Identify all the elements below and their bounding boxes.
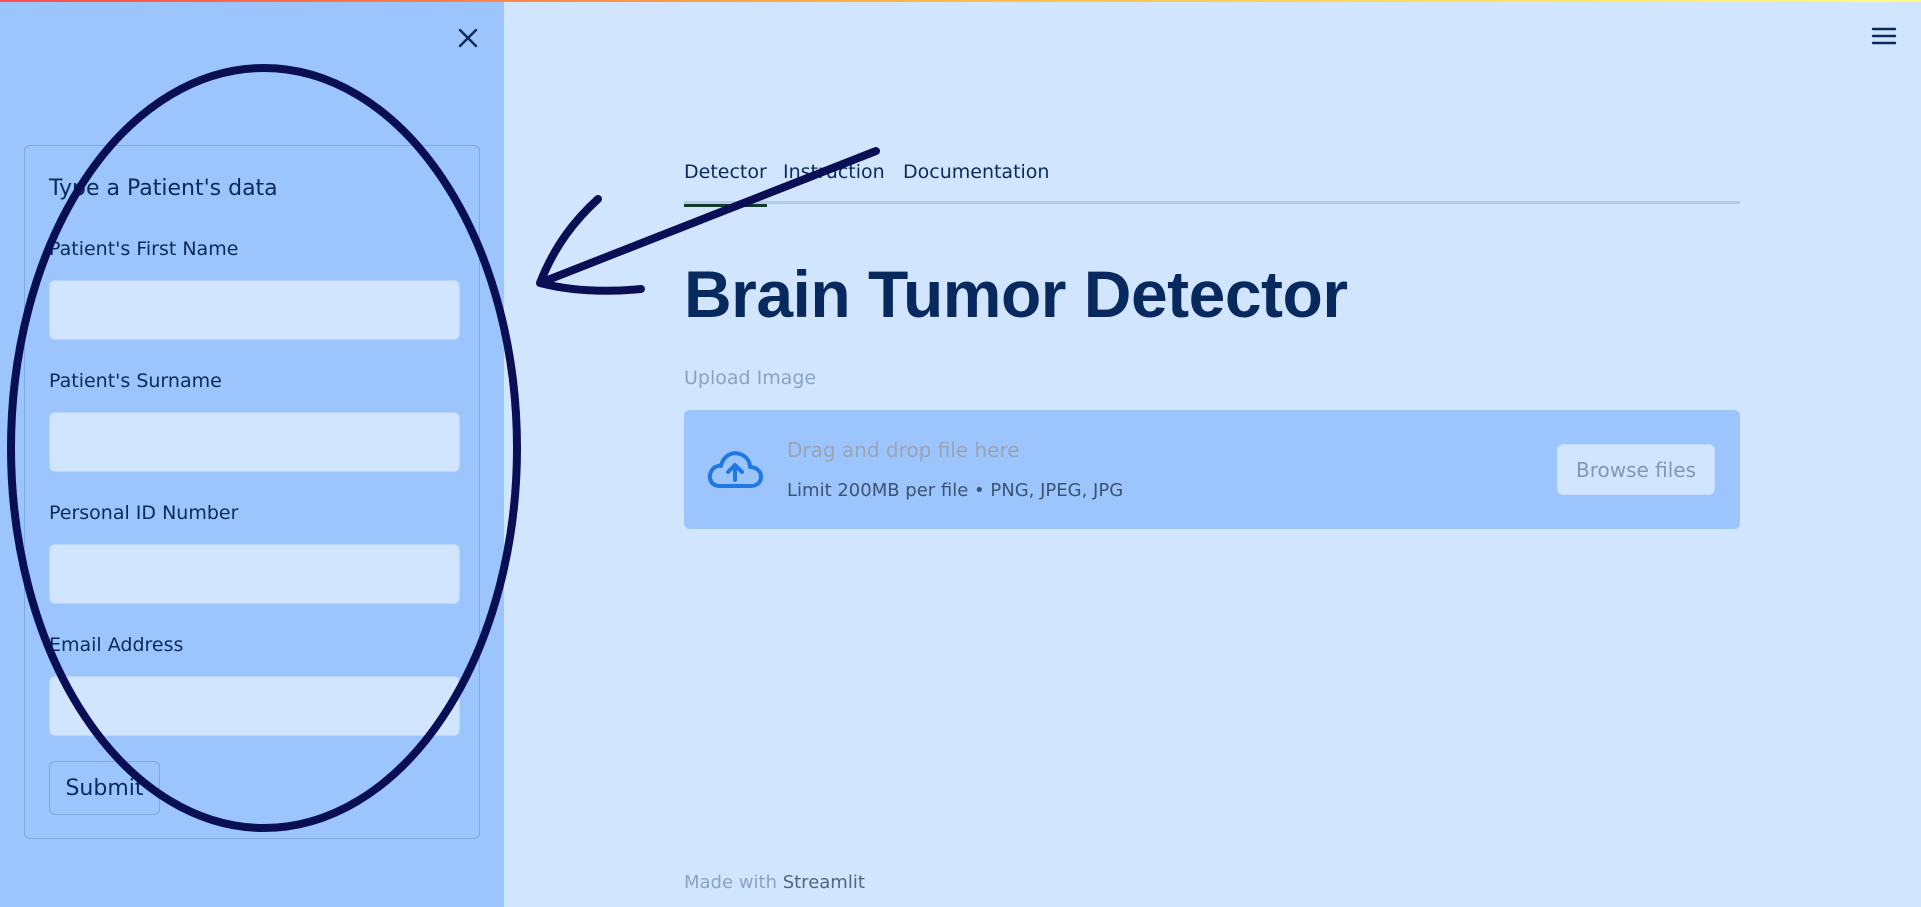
browse-files-button[interactable]: Browse files [1557,444,1715,495]
patient-form: Type a Patient's data Patient's First Na… [24,145,480,839]
submit-button[interactable]: Submit [49,761,160,815]
footer-prefix: Made with [684,872,783,893]
close-sidebar-button[interactable] [452,22,484,54]
surname-input[interactable] [49,412,460,472]
hamburger-menu-icon [1871,27,1897,45]
email-label: Email Address [49,634,184,656]
form-title: Type a Patient's data [49,176,278,201]
personal-id-input[interactable] [49,544,460,604]
dropzone-instruction: Drag and drop file here [787,438,1020,462]
first-name-label: Patient's First Name [49,238,239,260]
streamlit-link[interactable]: Streamlit [783,872,865,893]
upload-label: Upload Image [684,367,817,389]
personal-id-label: Personal ID Number [49,502,239,524]
dropzone-limit: Limit 200MB per file • PNG, JPEG, JPG [787,480,1124,501]
tab-documentation[interactable]: Documentation [903,161,1049,201]
footer: Made with Streamlit [684,872,865,893]
file-dropzone[interactable]: Drag and drop file here Limit 200MB per … [684,410,1740,529]
top-decoration-bar [0,0,1921,2]
email-input[interactable] [49,676,460,736]
page-title: Brain Tumor Detector [684,257,1348,331]
close-icon [458,28,478,48]
main-menu-button[interactable] [1866,20,1902,52]
cloud-upload-icon [707,451,763,488]
surname-label: Patient's Surname [49,370,222,392]
tab-detector[interactable]: Detector [684,161,767,207]
first-name-input[interactable] [49,280,460,340]
tab-bar: Detector Instruction Documentation [684,156,1740,207]
sidebar: Type a Patient's data Patient's First Na… [0,0,504,907]
tab-instruction[interactable]: Instruction [783,161,885,201]
